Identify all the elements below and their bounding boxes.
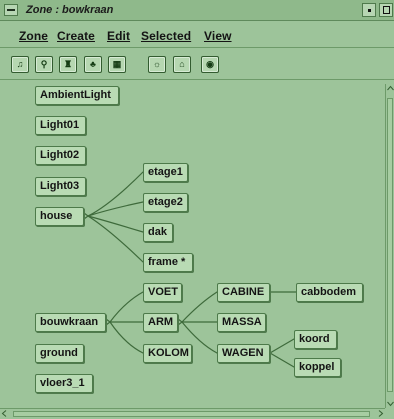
grid-icon[interactable]: ▦ [108,56,126,73]
node-cabbodem[interactable]: cabbodem [296,283,363,302]
node-light02[interactable]: Light02 [35,146,86,165]
menu-bar: Zone Create Edit Selected View [0,21,394,48]
node-light01[interactable]: Light01 [35,116,86,135]
title-bar: Zone : bowkraan [0,0,394,21]
vertical-scrollbar[interactable] [385,84,394,408]
node-koord[interactable]: koord [294,330,337,349]
maximize-button[interactable] [379,3,393,17]
window-menu-button[interactable] [4,4,18,16]
horizontal-scroll-thumb[interactable] [13,411,370,417]
vertical-scroll-thumb[interactable] [387,98,393,392]
eye-icon[interactable]: ◉ [201,56,219,73]
scroll-down-icon[interactable] [386,399,394,408]
node-voet[interactable]: VOET [143,283,182,302]
note-icon[interactable]: ♫ [11,56,29,73]
menu-selected[interactable]: Selected [141,29,191,43]
node-etage2[interactable]: etage2 [143,193,188,212]
node-house[interactable]: house [35,207,84,226]
tree-icon[interactable]: ♣ [84,56,102,73]
toolbar: ♫ ⚲ ♜ ♣ ▦ ☼ ⌂ ◉ [0,49,394,80]
node-dak[interactable]: dak [143,223,173,242]
menu-create[interactable]: Create [57,29,95,43]
menu-view[interactable]: View [204,29,232,43]
node-etage1[interactable]: etage1 [143,163,188,182]
menu-zone[interactable]: Zone [19,29,48,43]
node-koppel[interactable]: koppel [294,358,341,377]
window-title: Zone : bowkraan [26,4,114,16]
scroll-left-icon[interactable] [0,409,9,418]
node-bouwkraan[interactable]: bouwkraan [35,313,106,332]
scene-icon[interactable]: ♜ [59,56,77,73]
node-cabine[interactable]: CABINE [217,283,270,302]
scroll-right-icon[interactable] [376,409,385,418]
scroll-up-icon[interactable] [386,84,394,93]
node-massa[interactable]: MASSA [217,313,266,332]
horizontal-scrollbar[interactable] [0,408,385,419]
node-ambientlight[interactable]: AmbientLight [35,86,119,105]
light-icon[interactable]: ☼ [148,56,166,73]
node-arm[interactable]: ARM [143,313,178,332]
figure-icon[interactable]: ⚲ [35,56,53,73]
menu-edit[interactable]: Edit [107,29,130,43]
node-wagen[interactable]: WAGEN [217,344,270,363]
door-icon[interactable]: ⌂ [173,56,191,73]
node-ground[interactable]: ground [35,344,84,363]
node-light03[interactable]: Light03 [35,177,86,196]
node-vloer3-1[interactable]: vloer3_1 [35,374,93,393]
node-frame[interactable]: frame * [143,253,193,272]
minimize-button[interactable] [362,3,376,17]
node-kolom[interactable]: KOLOM [143,344,192,363]
